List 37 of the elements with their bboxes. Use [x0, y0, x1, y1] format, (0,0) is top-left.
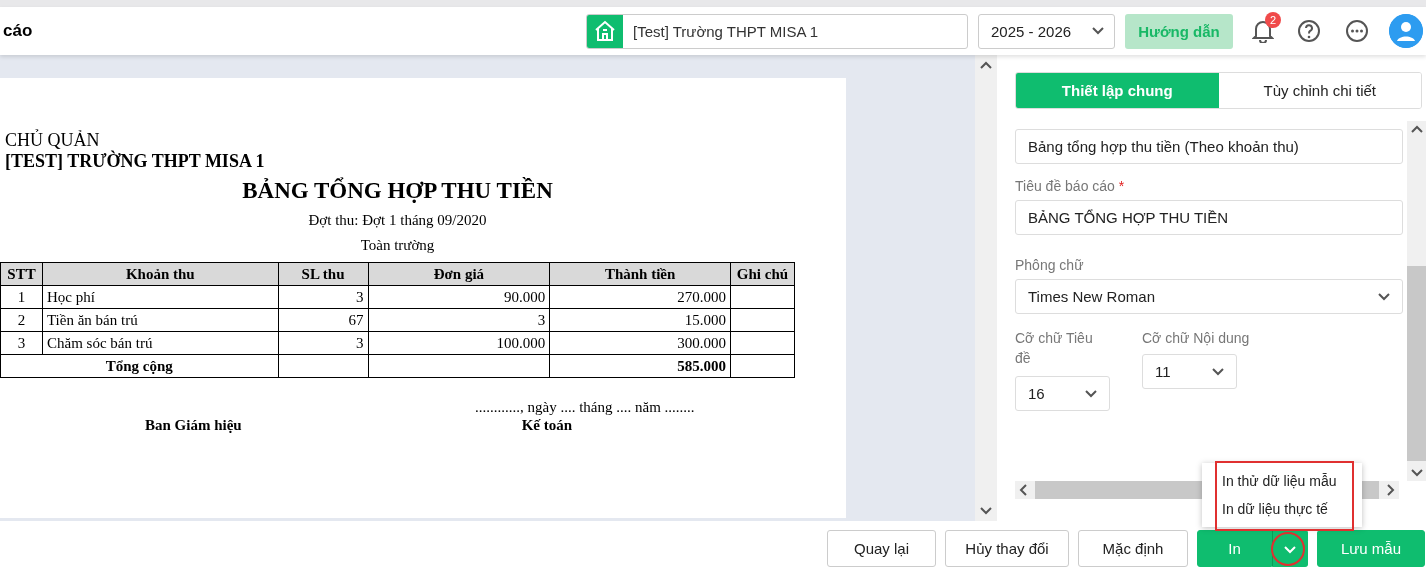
table-cell: Học phí: [42, 285, 279, 309]
field-label: Tiêu đề báo cáo *: [1015, 178, 1126, 194]
table-cell: 67: [278, 308, 368, 332]
table-cell: 2: [0, 308, 43, 332]
table-cell: 90.000: [368, 285, 550, 309]
page-title: cáo: [3, 21, 34, 41]
column-header: SL thu: [278, 262, 368, 286]
report-org: CHỦ QUẢN: [5, 130, 101, 150]
table-cell: 1: [0, 285, 43, 309]
table-cell: 15.000: [549, 308, 731, 332]
table-cell: 3: [0, 331, 43, 355]
table-cell: 300.000: [549, 331, 731, 355]
column-header: STT: [0, 262, 43, 286]
notification-badge: 2: [1265, 12, 1281, 28]
signer-title: Ban Giám hiệu: [145, 417, 242, 434]
table-cell: Tiền ăn bán trú: [42, 308, 279, 332]
date-line: ............, ngày .... tháng .... năm ........: [475, 399, 696, 416]
column-header: Đơn giá: [368, 262, 550, 286]
table-cell: 270.000: [549, 285, 731, 309]
field-label: Cỡ chữ Tiêu đề: [1015, 329, 1094, 368]
column-header: Khoản thu: [42, 262, 279, 286]
table-cell: 3: [368, 308, 550, 332]
report-title: BẢNG TỔNG HỢP THU TIỀN: [241, 178, 554, 204]
report-period: Đợt thu: Đợt 1 tháng 09/2020: [307, 212, 488, 229]
column-header: Thành tiền: [549, 262, 731, 286]
report-scope: Toàn trường: [359, 237, 436, 254]
total-amount: 585.000: [549, 354, 731, 378]
table-cell: 100.000: [368, 331, 550, 355]
column-header: Ghi chú: [730, 262, 795, 286]
field-label: Phông chữ: [1015, 257, 1085, 273]
field-label: Cỡ chữ Nội dung: [1142, 329, 1250, 348]
total-label: Tổng cộng: [0, 354, 279, 378]
signer-title: Kế toán: [521, 417, 573, 434]
table-cell: Chăm sóc bán trú: [42, 331, 279, 355]
table-cell: 3: [278, 331, 368, 355]
report-school: [TEST] TRƯỜNG THPT MISA 1: [5, 151, 266, 172]
table-cell: 3: [278, 285, 368, 309]
